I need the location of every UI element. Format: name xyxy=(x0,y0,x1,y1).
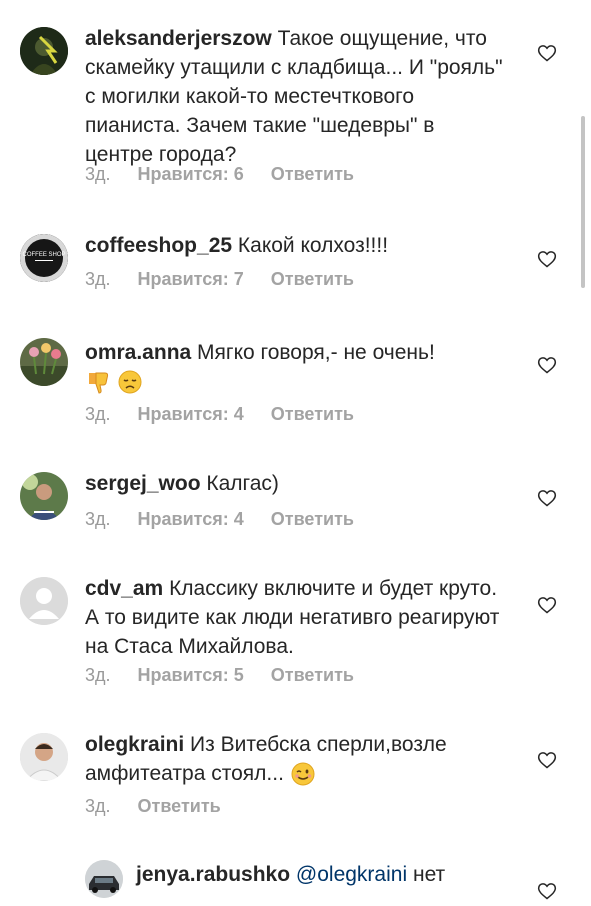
reply-button[interactable]: Ответить xyxy=(138,796,221,816)
comment-meta: 3д. Ответить xyxy=(85,796,243,817)
reply-button[interactable]: Ответить xyxy=(271,509,354,529)
comment-message: Калгас) xyxy=(206,472,279,495)
thumbs-down-emoji xyxy=(89,372,109,394)
likes-count[interactable]: Нравится: 5 xyxy=(138,665,244,685)
mention-link[interactable]: @olegkraini xyxy=(296,863,407,886)
reply-button[interactable]: Ответить xyxy=(271,404,354,424)
comment-meta: 3д. Нравится: 6 Ответить xyxy=(85,164,376,185)
comment-time: 3д. xyxy=(85,665,111,685)
scrollbar[interactable] xyxy=(581,116,585,288)
reply-button[interactable]: Ответить xyxy=(271,665,354,685)
comment-message: Мягко говоря,- не очень! xyxy=(197,341,435,364)
avatar[interactable] xyxy=(20,577,68,625)
comment-message: Какой колхоз!!!! xyxy=(237,234,389,257)
likes-count[interactable]: Нравится: 4 xyxy=(138,509,244,529)
likes-count[interactable]: Нравится: 4 xyxy=(138,404,244,424)
heart-outline-icon[interactable] xyxy=(537,43,557,63)
avatar[interactable] xyxy=(20,733,68,781)
avatar[interactable] xyxy=(20,472,68,520)
reply-button[interactable]: Ответить xyxy=(271,164,354,184)
comment-text: sergej_woo Калгас) xyxy=(85,469,505,498)
avatar[interactable] xyxy=(85,860,123,898)
comment-username[interactable]: aleksanderjerszow xyxy=(85,27,272,50)
comment-text: olegkraini Из Витебска сперли,возле амфи… xyxy=(85,730,505,788)
comment-username[interactable]: olegkraini xyxy=(85,733,184,756)
comment-username[interactable]: cdv_am xyxy=(85,577,163,600)
likes-count[interactable]: Нравится: 6 xyxy=(138,164,244,184)
comment-time: 3д. xyxy=(85,404,111,424)
comment-username[interactable]: jenya.rabushko xyxy=(136,863,290,886)
heart-outline-icon[interactable] xyxy=(537,488,557,508)
disappointed-face-emoji xyxy=(118,370,142,394)
winking-face-emoji xyxy=(291,762,315,786)
heart-outline-icon[interactable] xyxy=(537,881,557,901)
comment-text: cdv_am Классику включите и будет круто. … xyxy=(85,574,505,661)
avatar[interactable] xyxy=(20,27,68,75)
comment-meta: 3д. Нравится: 5 Ответить xyxy=(85,665,376,686)
reply-button[interactable]: Ответить xyxy=(271,269,354,289)
avatar[interactable]: COFFEE SHOP xyxy=(20,234,68,282)
comment-time: 3д. xyxy=(85,796,111,816)
comment-username[interactable]: sergej_woo xyxy=(85,472,201,495)
heart-outline-icon[interactable] xyxy=(537,750,557,770)
comment-meta: 3д. Нравится: 4 Ответить xyxy=(85,509,376,530)
comment-text: omra.anna Мягко говоря,- не очень! xyxy=(85,338,505,396)
heart-outline-icon[interactable] xyxy=(537,355,557,375)
avatar-logo-text: COFFEE SHOP xyxy=(22,252,65,258)
comment-text: coffeeshop_25 Какой колхоз!!!! xyxy=(85,231,505,260)
comment-meta: 3д. Нравится: 7 Ответить xyxy=(85,269,376,290)
comment-meta: 3д. Нравится: 4 Ответить xyxy=(85,404,376,425)
comment-time: 3д. xyxy=(85,164,111,184)
comment-username[interactable]: coffeeshop_25 xyxy=(85,234,232,257)
heart-outline-icon[interactable] xyxy=(537,249,557,269)
comment-time: 3д. xyxy=(85,269,111,289)
comment-text: aleksanderjerszow Такое ощущение, что ск… xyxy=(85,24,505,169)
avatar[interactable] xyxy=(20,338,68,386)
likes-count[interactable]: Нравится: 7 xyxy=(138,269,244,289)
comment-message: нет xyxy=(412,863,446,886)
comment-time: 3д. xyxy=(85,509,111,529)
comment-username[interactable]: omra.anna xyxy=(85,341,191,364)
heart-outline-icon[interactable] xyxy=(537,595,557,615)
comment-text: jenya.rabushko @olegkraini нет xyxy=(136,860,516,889)
